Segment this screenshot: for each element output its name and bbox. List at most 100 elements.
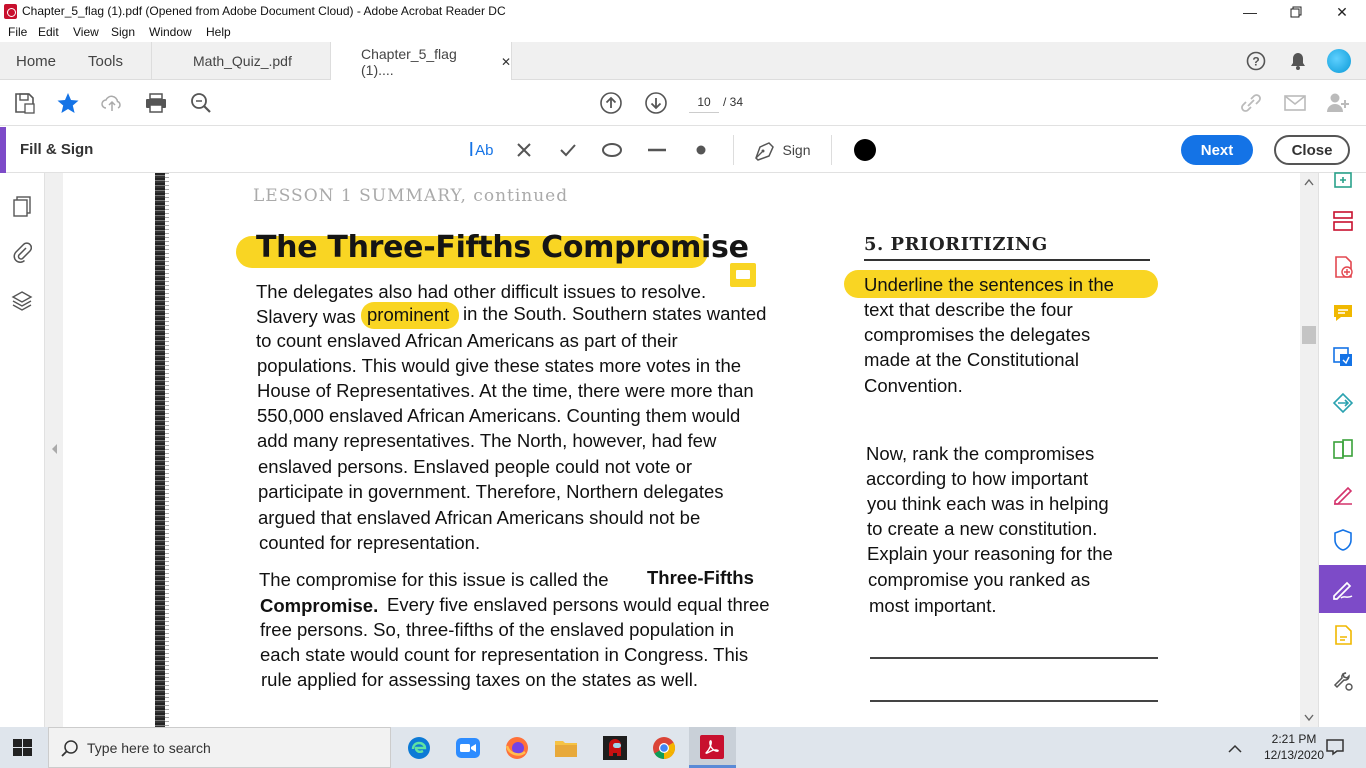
create-pdf-icon[interactable] [1331,169,1355,193]
chevron-up-icon[interactable] [1228,741,1242,759]
sidebar-line5: Convention. [864,375,963,396]
text-cursor-icon: I [468,139,475,161]
dot-icon [696,145,706,155]
tab-math-quiz[interactable]: Math_Quiz_.pdf [193,42,292,80]
menu-bar: File Edit View Sign Window Help [0,24,1366,42]
sign-tool[interactable]: Sign [752,138,812,162]
maximize-button[interactable] [1273,0,1319,24]
svg-text:?: ? [1252,55,1259,69]
paragraph1-line11: counted for representation. [259,532,481,553]
menu-sign[interactable]: Sign [111,25,135,39]
compare-icon[interactable] [1331,437,1355,461]
tools-tab[interactable]: Tools [88,42,123,80]
cloud-upload-icon[interactable] [99,91,125,115]
main-toolbar [0,80,1366,126]
next-page-icon[interactable] [643,91,669,115]
fill-sign-pen-icon[interactable] [1331,482,1355,506]
edit-pdf-icon[interactable] [1331,345,1355,369]
more-tools-icon[interactable] [1331,669,1355,693]
window-title: Chapter_5_flag (1).pdf (Opened from Adob… [22,4,506,18]
attachments-icon[interactable] [10,241,34,265]
paragraph2-term-end: Compromise. [260,595,379,616]
page-scan-edge [165,173,169,727]
add-text-tool[interactable]: I Ab [467,138,495,162]
sidebar-heading-rule [864,259,1150,261]
menu-window[interactable]: Window [149,25,192,39]
paragraph2-line3: free persons. So, three-fifths of the en… [260,619,735,640]
document-view[interactable]: LESSON 1 SUMMARY, continued The Three-Fi… [63,173,1300,727]
save-icon[interactable] [11,91,37,115]
chevron-left-icon [52,444,57,454]
paragraph1-line7: add many representatives. The North, how… [257,430,717,451]
menu-file[interactable]: File [8,25,27,39]
scrollbar-thumb[interactable] [1302,326,1316,344]
sidebar-rank-line2: according to how important [866,468,1089,489]
close-window-button[interactable]: ✕ [1319,0,1365,24]
next-button[interactable]: Next [1181,135,1253,165]
star-icon[interactable] [55,91,81,115]
file-explorer-icon[interactable] [551,733,581,763]
restore-icon [1290,6,1302,18]
taskbar-search-placeholder: Type here to search [87,740,211,756]
left-panel-toggle[interactable] [45,173,63,727]
export-pdf-icon[interactable] [1331,255,1355,279]
notifications-icon[interactable] [1325,738,1345,761]
layers-icon[interactable] [10,289,34,313]
minimize-button[interactable]: — [1227,0,1273,24]
among-us-icon[interactable] [600,733,630,763]
firefox-icon[interactable] [502,733,532,763]
clock-date[interactable]: 12/13/2020 [1261,748,1327,762]
acrobat-taskbar-icon [700,735,724,759]
sign-tool-label: Sign [782,142,811,158]
protect-icon[interactable] [1331,528,1355,552]
scroll-up-icon[interactable] [1304,178,1314,186]
line-tool[interactable] [645,138,669,162]
paragraph2-line5: rule applied for assessing taxes on the … [261,669,699,690]
prev-page-icon[interactable] [598,91,624,115]
left-nav-rail [0,173,45,727]
link-icon[interactable] [1238,91,1264,115]
export-icon[interactable] [1331,391,1355,415]
organize-pages-icon[interactable] [1331,209,1355,233]
zoom-app-icon[interactable] [453,733,483,763]
page-thumbnails-icon[interactable] [10,195,34,219]
mail-icon[interactable] [1282,91,1308,115]
add-user-icon[interactable] [1325,91,1351,115]
vertical-scrollbar[interactable] [1300,173,1318,727]
sidebar-line3: compromises the delegates [864,324,1091,345]
menu-edit[interactable]: Edit [38,25,59,39]
right-tools-rail [1318,172,1366,727]
tab-close-icon[interactable]: ✕ [501,55,511,69]
sidebar-line1: Underline the sentences in the [864,274,1114,295]
scroll-down-icon[interactable] [1304,714,1314,722]
fill-sign-active-tool[interactable] [1319,565,1366,613]
comment-note-icon[interactable] [730,263,756,287]
home-tab[interactable]: Home [16,42,56,80]
chrome-icon[interactable] [649,733,679,763]
help-icon[interactable]: ? [1246,51,1266,76]
acrobat-taskbar-active[interactable] [689,727,736,768]
tab-chapter-5[interactable]: Chapter_5_flag (1).... ✕ [330,42,512,81]
menu-view[interactable]: View [73,25,99,39]
cross-mark-tool[interactable] [513,138,535,162]
edge-icon[interactable] [404,733,434,763]
dot-tool[interactable] [692,138,710,162]
avatar[interactable] [1327,49,1351,73]
menu-help[interactable]: Help [206,25,231,39]
print-icon[interactable] [143,91,169,115]
section-heading: The Three-Fifths Compromise [256,230,749,265]
paragraph1-line10: argued that enslaved African Americans s… [258,507,701,528]
comment-icon[interactable] [1331,301,1355,325]
taskbar-search-box[interactable]: Type here to search [48,727,391,768]
close-button[interactable]: Close [1274,135,1350,165]
windows-start-icon[interactable] [13,739,33,762]
checkmark-tool[interactable] [557,138,579,162]
color-picker[interactable] [854,139,876,161]
page-number-input[interactable]: 10 [689,91,719,113]
send-for-signature-icon[interactable] [1331,623,1355,647]
circle-tool[interactable] [600,138,624,162]
clock-time[interactable]: 2:21 PM [1261,732,1327,746]
bell-icon[interactable] [1288,51,1308,76]
zoom-search-icon[interactable] [188,91,214,115]
sidebar-line4: made at the Constitutional [864,349,1079,370]
